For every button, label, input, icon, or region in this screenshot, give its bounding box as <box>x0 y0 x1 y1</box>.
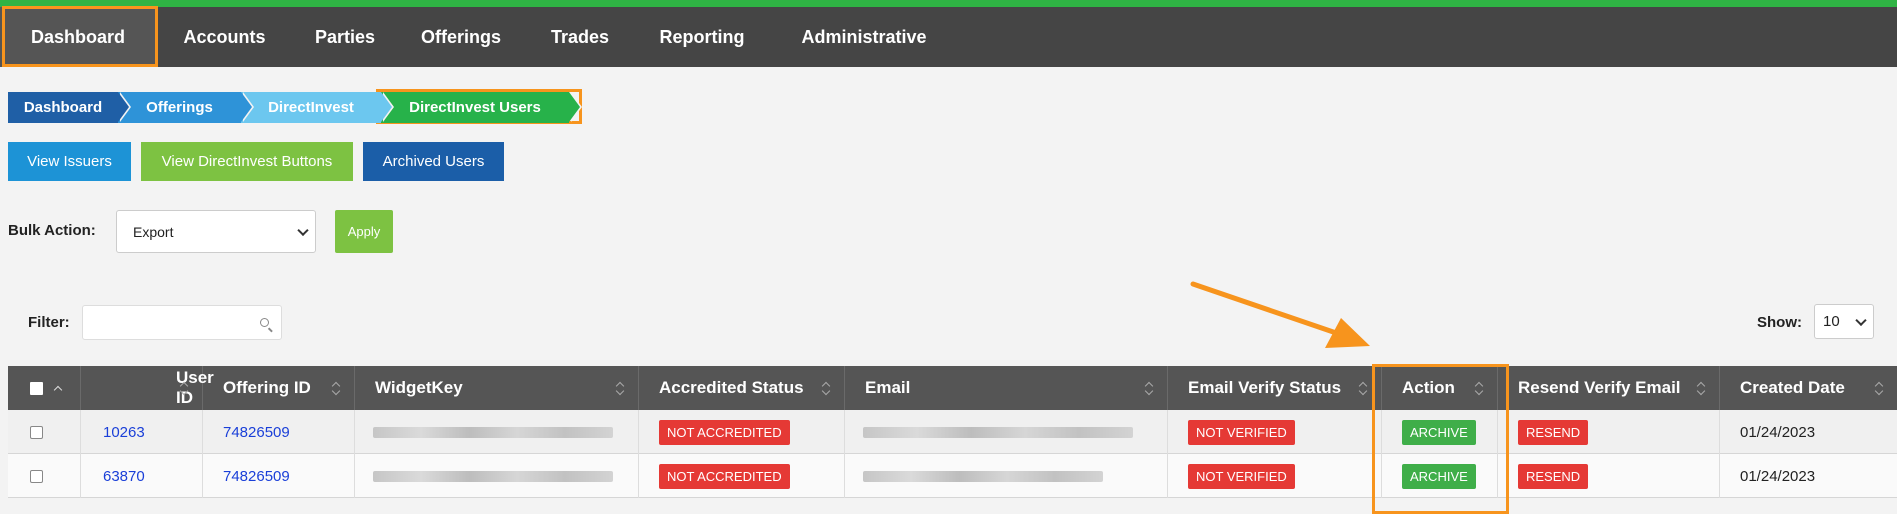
sort-icon <box>332 381 340 395</box>
col-accredited-status-label: Accredited Status <box>659 378 804 397</box>
email-cell <box>845 410 1168 454</box>
col-email-verify-status[interactable]: Email Verify Status <box>1168 366 1382 410</box>
col-offering-id[interactable]: Offering ID <box>203 366 355 410</box>
email-verify-badge: NOT VERIFIED <box>1188 463 1295 489</box>
nav-parties[interactable]: Parties <box>293 7 397 67</box>
breadcrumb: Dashboard Offerings DirectInvest DirectI… <box>8 92 582 123</box>
sort-icon <box>180 381 188 395</box>
archive-button[interactable]: ARCHIVE <box>1402 419 1476 445</box>
col-resend-verify-email-label: Resend Verify Email <box>1518 378 1681 397</box>
users-table: User ID Offering ID WidgetKey Accredited… <box>8 366 1897 498</box>
chevron-down-icon <box>297 224 309 236</box>
view-directinvest-buttons-button[interactable]: View DirectInvest Buttons <box>141 142 353 181</box>
col-resend-verify-email[interactable]: Resend Verify Email <box>1498 366 1720 410</box>
show-label: Show: <box>1757 314 1802 331</box>
sort-icon <box>1475 381 1483 395</box>
top-accent-line <box>0 0 1897 7</box>
resend-cell: RESEND <box>1498 454 1720 498</box>
archive-button[interactable]: ARCHIVE <box>1402 463 1476 489</box>
filter-input[interactable] <box>82 305 282 340</box>
nav-offerings[interactable]: Offerings <box>397 7 525 67</box>
created-date-cell: 01/24/2023 <box>1740 423 1816 441</box>
archived-users-button[interactable]: Archived Users <box>363 142 504 181</box>
nav-reporting[interactable]: Reporting <box>635 7 769 67</box>
offering-id-cell: 74826509 <box>203 410 355 454</box>
offering-id-cell: 74826509 <box>203 454 355 498</box>
email-verify-cell: NOT VERIFIED <box>1168 410 1382 454</box>
accredited-cell: NOT ACCREDITED <box>639 410 845 454</box>
nav-trades[interactable]: Trades <box>525 7 635 67</box>
nav-accounts[interactable]: Accounts <box>156 7 293 67</box>
redacted-widgetkey <box>373 470 613 482</box>
col-offering-id-label: Offering ID <box>223 378 311 397</box>
apply-button[interactable]: Apply <box>335 210 393 253</box>
filter-label: Filter: <box>28 314 70 331</box>
col-action-label: Action <box>1402 378 1455 397</box>
action-cell: ARCHIVE <box>1382 410 1498 454</box>
user-id-cell: 63870 <box>8 454 203 498</box>
col-user-id[interactable]: User ID <box>81 366 214 410</box>
show-entries-select[interactable]: 10 <box>1814 304 1874 339</box>
col-accredited-status[interactable]: Accredited Status <box>639 366 845 410</box>
accredited-status-badge: NOT ACCREDITED <box>659 419 790 445</box>
user-id-cell: 10263 <box>8 410 203 454</box>
accredited-cell: NOT ACCREDITED <box>639 454 845 498</box>
sort-icon <box>1875 381 1883 395</box>
breadcrumb-directinvest[interactable]: DirectInvest <box>241 92 394 123</box>
sort-icon <box>1145 381 1153 395</box>
redacted-email <box>863 426 1133 438</box>
user-id-link[interactable]: 10263 <box>103 424 145 441</box>
col-email[interactable]: Email <box>845 366 1168 410</box>
sort-icon <box>1359 381 1367 395</box>
col-widgetkey-label: WidgetKey <box>375 378 463 397</box>
offering-id-link[interactable]: 74826509 <box>223 468 290 485</box>
email-verify-cell: NOT VERIFIED <box>1168 454 1382 498</box>
widgetkey-cell <box>355 454 639 498</box>
table-header: User ID Offering ID WidgetKey Accredited… <box>8 366 1897 410</box>
created-date-cell: 01/24/2023 <box>1740 467 1816 485</box>
sort-icon <box>616 381 624 395</box>
action-cell: ARCHIVE <box>1382 454 1498 498</box>
main-nav: Dashboard Accounts Parties Offerings Tra… <box>0 7 1897 67</box>
select-all-checkbox[interactable] <box>30 381 43 395</box>
widgetkey-cell <box>355 410 639 454</box>
breadcrumb-directinvest-users: DirectInvest Users <box>381 92 582 123</box>
bulk-action-select[interactable]: Export <box>116 210 316 253</box>
table-row: 10263 74826509 NOT ACCREDITED NOT VERIFI… <box>8 410 1897 454</box>
col-email-label: Email <box>865 378 911 397</box>
email-cell <box>845 454 1168 498</box>
accredited-status-badge: NOT ACCREDITED <box>659 463 790 489</box>
col-email-verify-status-label: Email Verify Status <box>1188 378 1342 397</box>
nav-administrative[interactable]: Administrative <box>769 7 959 67</box>
show-entries-value: 10 <box>1823 313 1840 330</box>
email-verify-badge: NOT VERIFIED <box>1188 419 1295 445</box>
resend-button[interactable]: RESEND <box>1518 419 1589 445</box>
breadcrumb-offerings[interactable]: Offerings <box>118 92 254 123</box>
sort-asc-icon <box>53 385 63 395</box>
user-id-link[interactable]: 63870 <box>103 468 145 485</box>
col-action[interactable]: Action <box>1382 366 1498 410</box>
sort-icon <box>1697 381 1705 395</box>
redacted-widgetkey <box>373 426 613 438</box>
breadcrumb-dashboard[interactable]: Dashboard <box>8 92 131 123</box>
bulk-action-value: Export <box>133 223 174 240</box>
chevron-down-icon <box>1855 314 1867 326</box>
redacted-email <box>863 470 1103 482</box>
nav-dashboard[interactable]: Dashboard <box>0 7 156 67</box>
search-icon <box>260 318 269 327</box>
col-created-date[interactable]: Created Date <box>1720 366 1897 410</box>
select-all-column[interactable] <box>8 366 81 410</box>
resend-cell: RESEND <box>1498 410 1720 454</box>
sort-icon <box>822 381 830 395</box>
view-issuers-button[interactable]: View Issuers <box>8 142 131 181</box>
offering-id-link[interactable]: 74826509 <box>223 424 290 441</box>
col-widgetkey[interactable]: WidgetKey <box>355 366 639 410</box>
annotation-arrow-icon <box>1190 281 1370 348</box>
table-row: 63870 74826509 NOT ACCREDITED NOT VERIFI… <box>8 454 1897 498</box>
col-created-date-label: Created Date <box>1740 378 1845 397</box>
bulk-action-label: Bulk Action: <box>8 222 96 239</box>
resend-button[interactable]: RESEND <box>1518 463 1589 489</box>
